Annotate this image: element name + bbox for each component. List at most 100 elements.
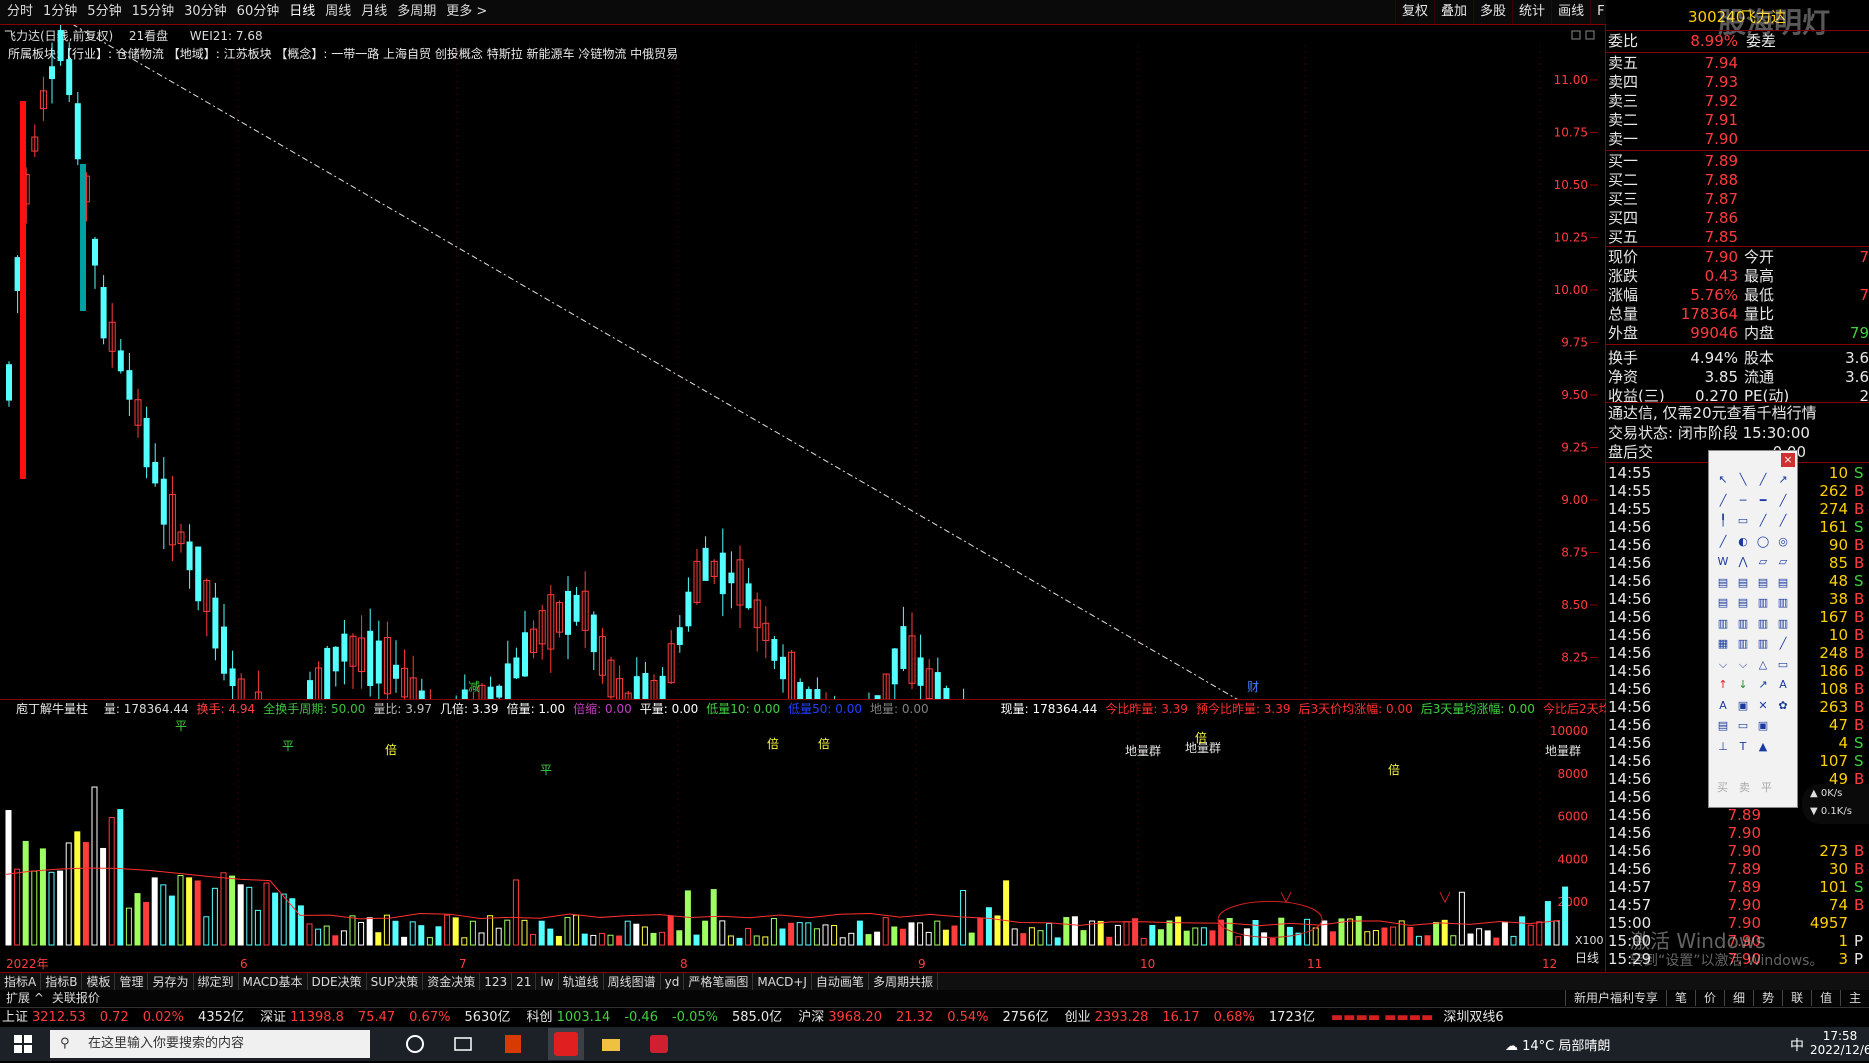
kline-chart[interactable]: 飞力达(日线,前复权) 21看盘 WEI21: 7.68 所属板块:【行业】: … [0,25,1606,700]
period-tab[interactable]: 1分钟 [38,0,82,24]
drawing-tool-icon[interactable]: ▭ [1735,719,1751,733]
drawing-tool-icon[interactable]: ◐ [1735,535,1751,549]
indicator-tab[interactable]: 管理 [115,973,149,991]
drawing-tool-icon[interactable]: ▥ [1715,617,1731,631]
file-explorer-icon[interactable] [600,1033,622,1055]
period-tab[interactable]: 更多 > [441,0,492,24]
drawing-tool-icon[interactable]: ╱ [1715,535,1731,549]
drawing-tool-icon[interactable]: ▥ [1775,596,1791,610]
task-view-icon[interactable] [452,1033,474,1055]
right-tab[interactable]: 值 [1811,990,1840,1006]
expand-item[interactable]: 扩展 ^ [2,990,48,1006]
right-tab[interactable]: 价 [1695,990,1724,1006]
trade-tool-button[interactable]: 买 [1717,779,1739,795]
chart-tool-button[interactable]: 画线 [1551,0,1590,24]
drawing-tool-icon[interactable]: ╿ [1715,514,1731,528]
indicator-tab[interactable]: lw [536,973,559,991]
close-icon[interactable]: × [1781,453,1795,467]
drawing-tool-icon[interactable]: ▣ [1735,699,1751,713]
drawing-tool-icon[interactable]: ◯ [1755,535,1771,549]
indicator-tab[interactable]: 绑定到 [194,973,239,991]
right-tab[interactable]: 笔 [1666,990,1695,1006]
chart-tool-button[interactable]: 统计 [1512,0,1551,24]
index-name[interactable]: 深证 [260,1008,286,1028]
drawing-tool-icon[interactable]: ↗ [1755,678,1771,692]
drawing-tool-icon[interactable]: ↓ [1735,678,1751,692]
drawing-toolbox[interactable]: × ↖ ╲ ╱ ↗ ╱ ─ ━ ╱ ╿ ▭ ╱ ╱ ╱ ◐ ◯ ◎ W ⋀ ▱ ▱ ▤ ▤ ▤ ▤ ▤ ▤ ▥ ▥ ▥ ▥ ▥ ▥ ▦ ▥ ▥ ╱ ⌵ ⌵… [1708,450,1798,808]
drawing-tool-icon[interactable]: ▥ [1735,637,1751,651]
drawing-tool-icon[interactable]: ▤ [1755,576,1771,590]
drawing-tool-icon[interactable]: ╱ [1775,494,1791,508]
drawing-tool-icon[interactable]: ▥ [1755,596,1771,610]
drawing-tool-icon[interactable]: ▤ [1715,596,1731,610]
drawing-tool-icon[interactable]: ▭ [1775,658,1791,672]
chart-tool-button[interactable]: 叠加 [1434,0,1473,24]
period-tab[interactable]: 30分钟 [179,0,232,24]
drawing-tool-icon[interactable]: ▤ [1735,596,1751,610]
drawing-tool-icon[interactable]: W [1715,555,1731,569]
trade-tool-button[interactable]: 卖 [1739,779,1761,795]
indicator-tab[interactable]: MACD基本 [239,973,308,991]
period-tab[interactable]: 分时 [2,0,38,24]
indicator-tab[interactable]: 模板 [82,973,116,991]
right-tab[interactable]: 势 [1753,990,1782,1006]
drawing-tool-icon[interactable]: ▤ [1715,719,1731,733]
period-tab[interactable]: 多周期 [392,0,441,24]
drawing-tool-icon[interactable]: ▤ [1775,576,1791,590]
period-tab[interactable]: 月线 [356,0,392,24]
drawing-tool-icon[interactable]: ╲ [1735,473,1751,487]
indicator-tab[interactable]: MACD+J [753,973,812,991]
chart-tool-button[interactable]: 复权 [1395,0,1434,24]
indicator-tab[interactable]: 多周期共振 [869,973,938,991]
drawing-tool-icon[interactable]: ↖ [1715,473,1731,487]
drawing-tool-icon[interactable]: ⊥ [1715,740,1731,754]
drawing-tool-icon[interactable]: ▱ [1775,555,1791,569]
windows-start-icon[interactable] [14,1035,32,1053]
drawing-tool-icon[interactable]: ▥ [1775,617,1791,631]
drawing-tool-icon[interactable]: A [1715,699,1731,713]
period-tab[interactable]: 周线 [320,0,356,24]
indicator-tab[interactable]: DDE决策 [308,973,367,991]
right-tab[interactable]: 细 [1724,990,1753,1006]
expand-item[interactable]: 关联报价 [48,990,104,1006]
indicator-tab[interactable]: 另存为 [148,973,194,991]
chart-tool-button[interactable]: 多股 [1473,0,1512,24]
index-name[interactable]: 科创 [527,1008,553,1028]
drawing-tool-icon[interactable]: ▦ [1715,637,1731,651]
drawing-tool-icon[interactable]: ╱ [1755,473,1771,487]
index-name[interactable]: 创业 [1065,1008,1091,1028]
index-name[interactable]: 沪深 [798,1008,824,1028]
drawing-tool-icon[interactable]: ✿ [1775,699,1791,713]
drawing-tool-icon[interactable]: ━ [1755,494,1771,508]
indicator-tab[interactable]: 指标B [41,973,83,991]
drawing-tool-icon[interactable]: A [1775,678,1791,692]
drawing-tool-icon[interactable]: ▥ [1755,617,1771,631]
clock[interactable]: 17:58 2022/12/6 [1810,1029,1869,1057]
drawing-tool-icon[interactable]: ⌵ [1735,658,1751,672]
indicator-tab[interactable]: yd [661,973,685,991]
period-tab[interactable]: 5分钟 [82,0,126,24]
wps-icon[interactable] [648,1033,670,1055]
indicator-tab[interactable]: 自动画笔 [812,973,869,991]
indicator-tab[interactable]: SUP决策 [367,973,424,991]
drawing-tool-icon[interactable]: ▤ [1715,576,1731,590]
office-icon[interactable] [502,1033,524,1055]
right-tab[interactable]: 主 [1840,990,1869,1006]
drawing-tool-icon[interactable]: ╱ [1755,514,1771,528]
drawing-tool-icon[interactable]: ▥ [1735,617,1751,631]
volume-chart[interactable]: 庖丁解牛量柱 量: 178364.44 换手: 4.94 全换手周期: 50.00 量… [0,700,1623,972]
drawing-tool-icon[interactable]: ─ [1735,494,1751,508]
cortana-icon[interactable] [404,1033,426,1055]
drawing-tool-icon[interactable]: ▭ [1735,514,1751,528]
indicator-tab[interactable]: 123 [480,973,513,991]
ime-indicator[interactable]: 中 [1790,1035,1804,1055]
indicator-tab[interactable]: 指标A [0,973,42,991]
indicator-tab[interactable]: 严格笔画图 [684,973,754,991]
taskbar-search[interactable]: ⚲ 在这里输入你要搜索的内容 [50,1030,370,1058]
drawing-tool-icon[interactable]: T [1735,740,1751,754]
indicator-tab[interactable]: 21 [512,973,537,991]
drawing-tool-icon[interactable]: ▥ [1755,637,1771,651]
drawing-tool-icon[interactable]: ⌵ [1715,658,1731,672]
right-tab[interactable]: 联 [1782,990,1811,1006]
drawing-tool-icon[interactable]: ✕ [1755,699,1771,713]
